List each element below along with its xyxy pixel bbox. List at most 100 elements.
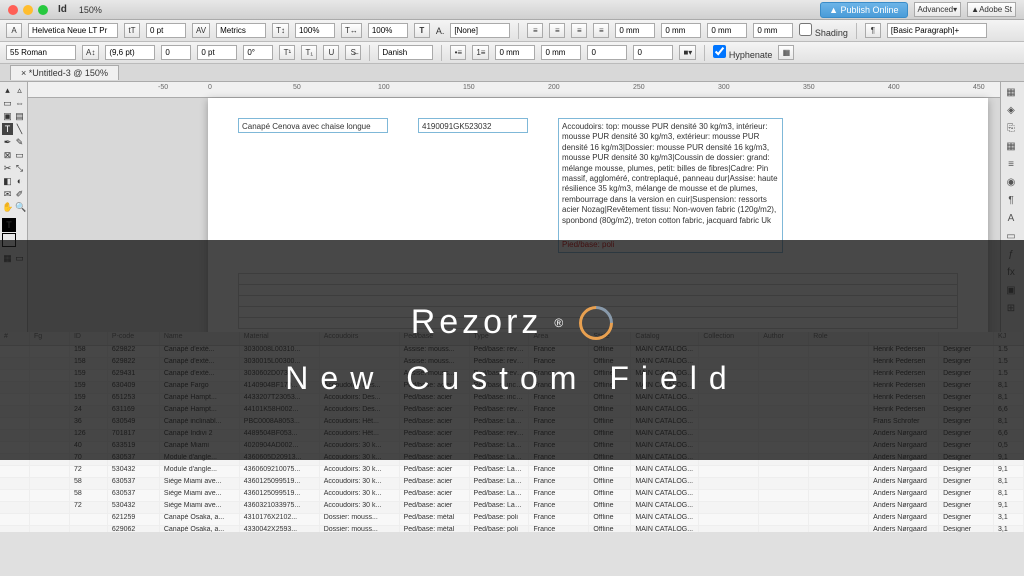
table-row[interactable]: 629062Canapé Osaka, a...4330042X2593...D… <box>0 526 1024 532</box>
scissors-tool-icon[interactable]: ✂ <box>2 162 13 174</box>
pencil-tool-icon[interactable]: ✎ <box>14 136 25 148</box>
first-line-indent-input[interactable] <box>495 45 535 60</box>
grid-col-header[interactable]: # <box>0 332 30 345</box>
grid-col-header[interactable]: Collection <box>699 332 759 345</box>
table-row[interactable]: 158629822Canapé d'exté...3030015L00300..… <box>0 358 1024 370</box>
character-panel-icon[interactable]: A <box>1003 210 1019 226</box>
space-after-input[interactable] <box>753 23 793 38</box>
table-row[interactable]: 70630537Module d'angle...4360605D20913..… <box>0 454 1024 466</box>
fill-swatch-icon[interactable]: T <box>2 218 16 232</box>
close-window-icon[interactable] <box>8 5 18 15</box>
stroke-panel-icon[interactable]: ≡ <box>1003 156 1019 172</box>
table-row[interactable]: 158629822Canapé d'exté...3030008L00310..… <box>0 346 1024 358</box>
text-frame-code[interactable]: 4190091GK523032 <box>418 118 528 133</box>
paragraph-panel-icon[interactable]: ¶ <box>1003 192 1019 208</box>
direct-selection-tool-icon[interactable]: ▵ <box>14 84 25 96</box>
grid-col-header[interactable]: Material <box>240 332 320 345</box>
strikethrough-icon[interactable]: S̶ <box>345 45 361 60</box>
publish-button[interactable]: ▲ Publish Online <box>820 2 907 18</box>
last-line-indent-input[interactable] <box>541 45 581 60</box>
tracking-value-input[interactable] <box>161 45 191 60</box>
align-center-icon[interactable]: ≡ <box>549 23 565 38</box>
grid-col-header[interactable]: Fg <box>30 332 70 345</box>
leading-input[interactable] <box>105 45 155 60</box>
grid-col-header[interactable]: ID <box>70 332 108 345</box>
line-tool-icon[interactable]: ╲ <box>14 123 25 135</box>
subscript-icon[interactable]: T₁ <box>301 45 317 60</box>
layers-panel-icon[interactable]: ◈ <box>1003 102 1019 118</box>
table-row[interactable]: 159630409Canape Fargo4140904BF170...Acco… <box>0 382 1024 394</box>
grid-col-header[interactable]: Type <box>470 332 530 345</box>
grid-col-header[interactable] <box>869 332 939 345</box>
free-transform-icon[interactable]: ⤡ <box>14 162 25 174</box>
indent-left-input[interactable] <box>615 23 655 38</box>
dropcap-chars-input[interactable] <box>633 45 673 60</box>
grid-col-header[interactable]: Ped/base <box>400 332 470 345</box>
selection-tool-icon[interactable]: ▴ <box>2 84 13 96</box>
shading-checkbox[interactable]: Shading <box>799 23 848 38</box>
grid-col-header[interactable]: Author <box>759 332 809 345</box>
adobe-stock-button[interactable]: ▲ Adobe St <box>967 2 1016 17</box>
table-row[interactable]: 126701817Canapé Indivi 24489504BF053...A… <box>0 430 1024 442</box>
glyphs-panel-icon[interactable]: ƒ <box>1003 246 1019 262</box>
grid-col-header[interactable]: State <box>589 332 631 345</box>
grid-col-header[interactable]: Catalog <box>631 332 699 345</box>
table-row[interactable]: 36630549Canapé inclinabl...PBC0008A8053.… <box>0 418 1024 430</box>
hscale-icon[interactable]: T↔ <box>341 23 362 38</box>
gap-tool-icon[interactable]: ⇔ <box>14 97 25 109</box>
table-row[interactable]: 72530432Siège Miami ave...4360321033975.… <box>0 502 1024 514</box>
tt-icon[interactable]: tT <box>124 23 140 38</box>
table-row[interactable]: 24631169Canapé Hampt...44101K58H002...Ac… <box>0 406 1024 418</box>
text-frame-title[interactable]: Canapé Cenova avec chaise longue <box>238 118 388 133</box>
table-row[interactable]: 58630537Siège Miami ave...4360125099519.… <box>0 478 1024 490</box>
kerning-input[interactable] <box>216 23 266 38</box>
pen-tool-icon[interactable]: ✒ <box>2 136 13 148</box>
grid-col-header[interactable]: Role <box>809 332 869 345</box>
effects-panel-icon[interactable]: fx <box>1003 264 1019 280</box>
links-panel-icon[interactable]: ⎘ <box>1003 120 1019 136</box>
columns-icon[interactable]: ▦ <box>778 45 794 60</box>
zoom-level[interactable]: 150% <box>79 5 102 15</box>
skew-input[interactable] <box>243 45 273 60</box>
grid-col-header[interactable]: P-code <box>108 332 160 345</box>
maximize-window-icon[interactable] <box>38 5 48 15</box>
font-style-input[interactable] <box>6 45 76 60</box>
underline-icon[interactable]: U <box>323 45 339 60</box>
zoom-tool-icon[interactable]: 🔍 <box>15 201 27 213</box>
hyphenate-checkbox[interactable]: Hyphenate <box>713 45 772 60</box>
type-tool-icon[interactable]: T <box>2 123 13 135</box>
indent-right-input[interactable] <box>661 23 701 38</box>
align-left-icon[interactable]: ≡ <box>527 23 543 38</box>
vscale-input[interactable] <box>295 23 335 38</box>
bullets-icon[interactable]: •≡ <box>450 45 466 60</box>
minimize-window-icon[interactable] <box>23 5 33 15</box>
rectangle-tool-icon[interactable]: ▭ <box>14 149 25 161</box>
align-right-icon[interactable]: ≡ <box>571 23 587 38</box>
tracking-input[interactable] <box>146 23 186 38</box>
workspace-switcher[interactable]: Advanced ▾ <box>914 2 962 17</box>
parastyle-icon[interactable]: ¶ <box>865 23 881 38</box>
stroke-swatch-icon[interactable] <box>2 233 16 247</box>
object-panel-icon[interactable]: ▭ <box>1003 228 1019 244</box>
dropcap-lines-input[interactable] <box>587 45 627 60</box>
align-justify-icon[interactable]: ≡ <box>593 23 609 38</box>
hscale-input[interactable] <box>368 23 408 38</box>
text-frame-description[interactable]: Accoudoirs: top: mousse PUR densité 30 k… <box>558 118 783 253</box>
gradient-feather-icon[interactable]: ◐ <box>14 175 25 187</box>
grid-col-header[interactable] <box>939 332 994 345</box>
page-table[interactable] <box>238 273 958 328</box>
content-collector-icon[interactable]: ▣ <box>2 110 13 122</box>
language-input[interactable] <box>378 45 433 60</box>
table-row[interactable]: 621259Canapé Osaka, a...4310176X2102...D… <box>0 514 1024 526</box>
char-style-input[interactable] <box>450 23 510 38</box>
textwrap-panel-icon[interactable]: ▣ <box>1003 282 1019 298</box>
note-tool-icon[interactable]: ✉ <box>2 188 13 200</box>
grid-col-header[interactable]: Area <box>529 332 589 345</box>
char-panel-icon[interactable]: A <box>6 23 22 38</box>
document-tab[interactable]: × *Untitled-3 @ 150% <box>10 65 119 80</box>
grid-body[interactable]: 158629822Canapé d'exté...3030008L00310..… <box>0 346 1024 532</box>
baseline-input[interactable] <box>197 45 237 60</box>
table-row[interactable]: 72530432Module d'angle...4360609210075..… <box>0 466 1024 478</box>
align-panel-icon[interactable]: ⊞ <box>1003 300 1019 316</box>
vscale-icon[interactable]: T↕ <box>272 23 289 38</box>
